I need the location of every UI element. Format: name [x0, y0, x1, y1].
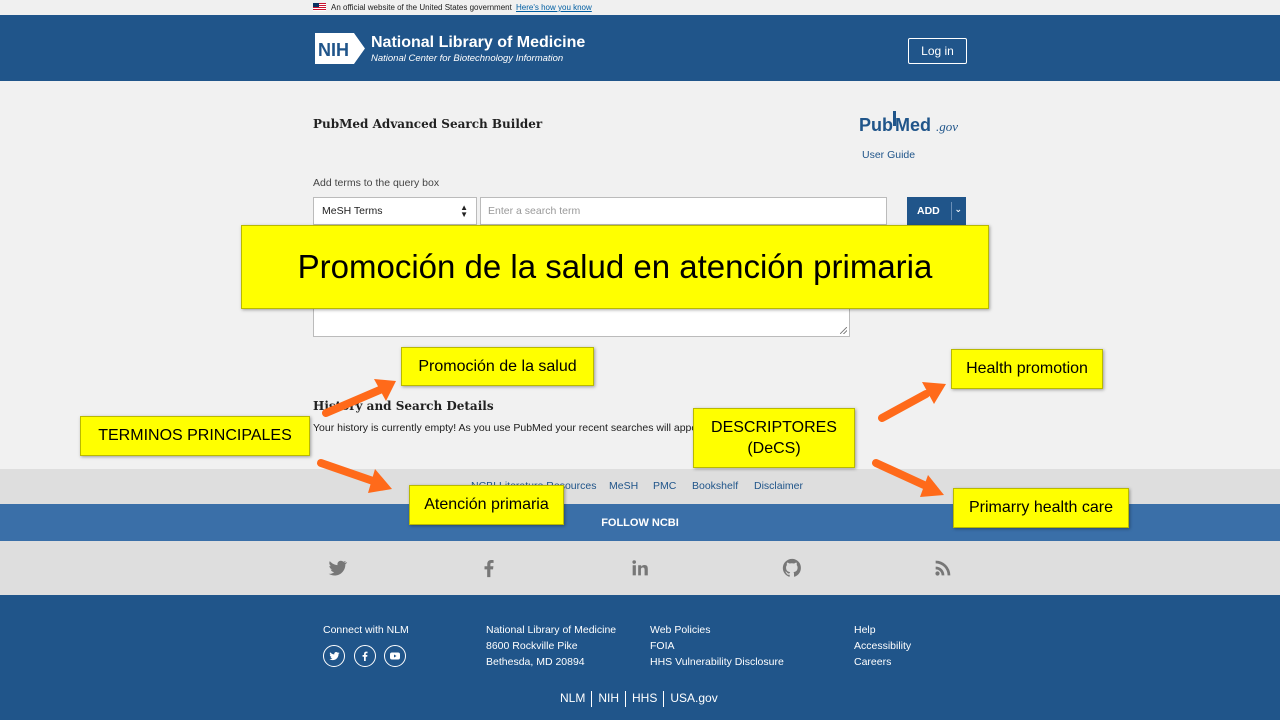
main-topic-banner: Promoción de la salud en atención primar… — [241, 225, 989, 309]
user-guide-link[interactable]: User Guide — [862, 149, 915, 161]
twitter-icon[interactable] — [326, 557, 348, 579]
terminos-label: TERMINOS PRINCIPALES — [80, 416, 310, 456]
ncbi-subtitle: National Center for Biotechnology Inform… — [371, 53, 564, 64]
login-button[interactable]: Log in — [908, 38, 967, 64]
connect-label: Connect with NLM — [323, 624, 409, 636]
divider — [591, 691, 593, 707]
add-button[interactable]: ADD ⌄ — [907, 197, 966, 225]
gov-links: NLM NIH HHS USA.gov — [560, 691, 718, 707]
vulnerability-link[interactable]: HHS Vulnerability Disclosure — [650, 656, 784, 668]
footer-link-bookshelf[interactable]: Bookshelf — [692, 480, 738, 492]
foia-link[interactable]: FOIA — [650, 640, 675, 652]
primary-care-label: Primarry health care — [953, 488, 1129, 528]
search-term-input[interactable]: Enter a search term — [480, 197, 887, 225]
add-terms-label: Add terms to the query box — [313, 177, 440, 189]
logo-gov: .gov — [936, 119, 958, 134]
health-promotion-label: Health promotion — [951, 349, 1103, 389]
accessibility-link[interactable]: Accessibility — [854, 640, 911, 652]
footer-link-disclaimer[interactable]: Disclaimer — [754, 480, 803, 492]
how-you-know-link[interactable]: Here's how you know — [516, 3, 592, 12]
address-line-3: Bethesda, MD 20894 — [486, 656, 585, 668]
chevron-down-icon[interactable]: ⌄ — [954, 204, 962, 215]
divider — [663, 691, 665, 707]
footer-youtube-icon[interactable] — [384, 645, 406, 667]
nih-logo-text: NIH — [318, 40, 349, 60]
select-arrows-icon: ▲ ▼ — [460, 203, 468, 219]
gov-link-usagov[interactable]: USA.gov — [670, 691, 717, 705]
resize-handle-icon[interactable] — [840, 327, 847, 334]
social-bar — [0, 541, 1280, 595]
nlm-title[interactable]: National Library of Medicine — [371, 34, 585, 52]
pubmed-logo-icon[interactable]: Pub Med .gov — [859, 108, 969, 138]
github-icon[interactable] — [781, 557, 803, 579]
official-site-text: An official website of the United States… — [331, 3, 512, 12]
careers-link[interactable]: Careers — [854, 656, 891, 668]
help-link[interactable]: Help — [854, 624, 876, 636]
footer-twitter-icon[interactable] — [323, 645, 345, 667]
facebook-icon[interactable] — [478, 557, 500, 579]
history-empty-text: Your history is currently empty! As you … — [313, 422, 693, 434]
rss-icon[interactable] — [932, 557, 954, 579]
gov-link-hhs[interactable]: HHS — [632, 691, 657, 705]
gov-link-nlm[interactable]: NLM — [560, 691, 585, 705]
field-select[interactable]: MeSH Terms ▲ ▼ — [313, 197, 477, 225]
linkedin-icon[interactable] — [629, 557, 651, 579]
web-policies-link[interactable]: Web Policies — [650, 624, 711, 636]
us-flag-icon — [313, 3, 326, 11]
site-header: NIH National Library of Medicine Nationa… — [0, 15, 1280, 81]
promocion-label: Promoción de la salud — [401, 347, 594, 386]
footer-link-pmc[interactable]: PMC — [653, 480, 676, 492]
address-line-2: 8600 Rockville Pike — [486, 640, 578, 652]
field-select-value: MeSH Terms — [322, 205, 383, 217]
descriptores-label: DESCRIPTORES (DeCS) — [693, 408, 855, 468]
arrow-icon — [878, 382, 946, 422]
footer-facebook-icon[interactable] — [354, 645, 376, 667]
add-button-label: ADD — [917, 205, 940, 217]
divider — [625, 691, 627, 707]
bottom-footer: Connect with NLM National Library of Med… — [0, 595, 1280, 720]
logo-pub: Pub — [859, 115, 893, 135]
search-placeholder: Enter a search term — [488, 205, 581, 217]
atencion-label: Atención primaria — [409, 485, 564, 525]
logo-med: Med — [895, 115, 931, 135]
arrow-icon — [317, 459, 392, 493]
add-button-divider — [951, 202, 952, 220]
nih-logo-icon[interactable]: NIH — [314, 32, 366, 65]
address-line-1[interactable]: National Library of Medicine — [486, 624, 616, 636]
arrow-icon — [872, 459, 944, 497]
arrow-icon — [322, 379, 396, 417]
page-title: PubMed Advanced Search Builder — [313, 117, 543, 131]
footer-link-mesh[interactable]: MeSH — [609, 480, 638, 492]
gov-link-nih[interactable]: NIH — [598, 691, 619, 705]
gov-banner: An official website of the United States… — [0, 0, 1280, 15]
